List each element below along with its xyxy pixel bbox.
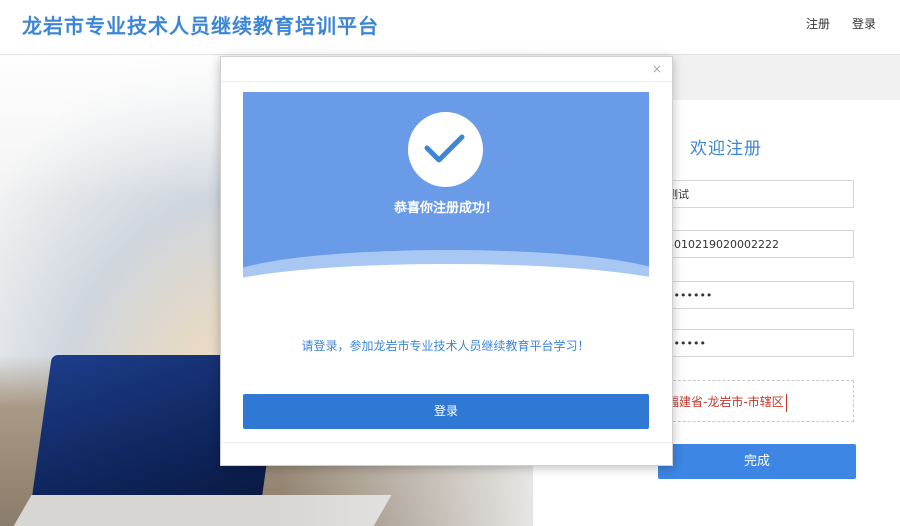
nav-register-link[interactable]: 注册 xyxy=(806,15,830,32)
login-button[interactable]: 登录 xyxy=(243,394,649,429)
modal-titlebar: × xyxy=(221,57,672,82)
site-title: 龙岩市专业技术人员继续教育培训平台 xyxy=(22,14,379,38)
check-icon xyxy=(408,112,483,187)
success-modal: × 恭喜你注册成功！ 请登录，参加龙岩市专业技术人员继续教育平台学习！ 登录 xyxy=(220,56,673,466)
close-icon[interactable]: × xyxy=(652,62,662,76)
top-nav: 注册 登录 xyxy=(806,15,876,32)
login-tip: 请登录，参加龙岩市专业技术人员继续教育平台学习！ xyxy=(301,339,590,353)
modal-footer-divider xyxy=(221,442,672,443)
nav-login-link[interactable]: 登录 xyxy=(852,15,876,32)
top-header: 龙岩市专业技术人员继续教育培训平台 注册 登录 xyxy=(0,0,900,55)
success-banner: 恭喜你注册成功！ xyxy=(243,92,649,283)
success-message: 恭喜你注册成功！ xyxy=(393,201,498,216)
